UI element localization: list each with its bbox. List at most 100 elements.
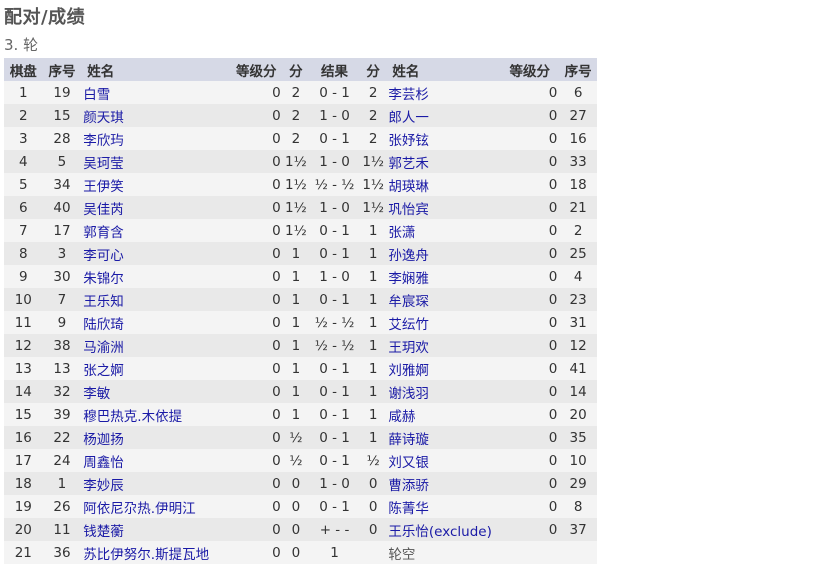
board-cell: 3 xyxy=(4,127,43,150)
points-cell: 1½ xyxy=(359,196,387,219)
points-cell: ½ xyxy=(282,426,310,449)
player-name-link[interactable]: 苏比伊努尔.斯提瓦地 xyxy=(81,541,230,564)
player-name-link[interactable]: 颜天琪 xyxy=(81,104,230,127)
points-cell: ½ xyxy=(359,449,387,472)
table-row: 4 5 吴珂莹 0 1½ 1 - 0 1½ 郭艺禾 0 33 xyxy=(4,150,597,173)
player-no-cell: 26 xyxy=(42,495,82,518)
player-name-link[interactable]: 李芸杉 xyxy=(386,81,501,104)
player-name-link[interactable]: 王伊笑 xyxy=(81,173,230,196)
rating-cell: 0 xyxy=(229,334,283,357)
points-cell: 1½ xyxy=(282,196,310,219)
rating-cell: 0 xyxy=(229,311,283,334)
rating-cell: 0 xyxy=(500,127,560,150)
player-no-cell: 13 xyxy=(42,357,82,380)
player-name-link[interactable]: 郭育含 xyxy=(81,219,230,242)
player-name-link[interactable]: 阿依尼尕热.伊明江 xyxy=(81,495,230,518)
points-cell: 2 xyxy=(282,81,310,104)
player-name-link[interactable]: 郭艺禾 xyxy=(386,150,501,173)
player-name-link[interactable]: 曹添骄 xyxy=(386,472,501,495)
player-name-link[interactable]: 钱楚蘅 xyxy=(81,518,230,541)
rating-cell: 0 xyxy=(500,449,560,472)
rating-cell: 0 xyxy=(229,541,283,564)
rating-cell: 0 xyxy=(500,242,560,265)
board-cell: 9 xyxy=(4,265,43,288)
player-name-link[interactable]: 杨迦扬 xyxy=(81,426,230,449)
points-cell: 1 xyxy=(282,311,310,334)
player-name-link: 轮空 xyxy=(386,541,501,564)
board-cell: 17 xyxy=(4,449,43,472)
player-no-cell: 16 xyxy=(559,127,597,150)
table-row: 15 39 穆巴热克.木依提 0 1 0 - 1 1 咸赫 0 20 xyxy=(4,403,597,426)
player-name-link[interactable]: 咸赫 xyxy=(386,403,501,426)
player-name-link[interactable]: 李可心 xyxy=(81,242,230,265)
player-name-link[interactable]: 张潇 xyxy=(386,219,501,242)
board-cell: 19 xyxy=(4,495,43,518)
table-row: 12 38 马渝洲 0 1 ½ - ½ 1 王玥欢 0 12 xyxy=(4,334,597,357)
player-name-link[interactable]: 王乐怡(exclude) xyxy=(386,518,501,541)
player-name-link[interactable]: 白雪 xyxy=(81,81,230,104)
player-no-cell: 10 xyxy=(559,449,597,472)
rating-cell: 0 xyxy=(500,472,560,495)
player-no-cell: 6 xyxy=(559,81,597,104)
player-name-link[interactable]: 张之婀 xyxy=(81,357,230,380)
points-cell: 1 xyxy=(282,242,310,265)
player-name-link[interactable]: 孙逸舟 xyxy=(386,242,501,265)
rating-cell: 0 xyxy=(500,403,560,426)
player-name-link[interactable]: 李欣玙 xyxy=(81,127,230,150)
result-cell: 1 xyxy=(309,541,360,564)
result-cell: + - - xyxy=(309,518,360,541)
player-name-link[interactable]: 陆欣琦 xyxy=(81,311,230,334)
player-name-link[interactable]: 刘又银 xyxy=(386,449,501,472)
player-name-link[interactable]: 刘雅婀 xyxy=(386,357,501,380)
player-no-cell: 41 xyxy=(559,357,597,380)
points-cell: 1 xyxy=(359,334,387,357)
player-name-link[interactable]: 郎人一 xyxy=(386,104,501,127)
player-name-link[interactable]: 谢浅羽 xyxy=(386,380,501,403)
rating-cell: 0 xyxy=(500,288,560,311)
player-name-link[interactable]: 胡瑛琳 xyxy=(386,173,501,196)
board-cell: 5 xyxy=(4,173,43,196)
player-name-link[interactable]: 王玥欢 xyxy=(386,334,501,357)
player-name-link[interactable]: 牟宸琛 xyxy=(386,288,501,311)
player-name-link[interactable]: 艾纭竹 xyxy=(386,311,501,334)
table-row: 13 13 张之婀 0 1 0 - 1 1 刘雅婀 0 41 xyxy=(4,357,597,380)
player-name-link[interactable]: 吴佳芮 xyxy=(81,196,230,219)
player-name-link[interactable]: 张妤铉 xyxy=(386,127,501,150)
result-cell: 0 - 1 xyxy=(309,219,360,242)
table-row: 7 17 郭育含 0 1½ 0 - 1 1 张潇 0 2 xyxy=(4,219,597,242)
player-name-link[interactable]: 朱锦尔 xyxy=(81,265,230,288)
table-row: 11 9 陆欣琦 0 1 ½ - ½ 1 艾纭竹 0 31 xyxy=(4,311,597,334)
rating-cell: 0 xyxy=(500,219,560,242)
player-no-cell: 8 xyxy=(559,495,597,518)
result-cell: 0 - 1 xyxy=(309,127,360,150)
rating-cell: 0 xyxy=(229,403,283,426)
player-name-link[interactable]: 李妙辰 xyxy=(81,472,230,495)
player-name-link[interactable]: 王乐知 xyxy=(81,288,230,311)
table-row: 16 22 杨迦扬 0 ½ 0 - 1 1 薛诗璇 0 35 xyxy=(4,426,597,449)
player-no-cell: 21 xyxy=(559,196,597,219)
rating-cell: 0 xyxy=(500,104,560,127)
col-board: 棋盘 xyxy=(4,58,43,81)
points-cell: 1 xyxy=(359,380,387,403)
player-no-cell: 3 xyxy=(42,242,82,265)
player-name-link[interactable]: 周鑫怡 xyxy=(81,449,230,472)
points-cell: 1 xyxy=(282,380,310,403)
rating-cell: 0 xyxy=(229,426,283,449)
rating-cell: 0 xyxy=(229,472,283,495)
col-points: 分 xyxy=(282,58,310,81)
player-name-link[interactable]: 薛诗璇 xyxy=(386,426,501,449)
player-no-cell: 31 xyxy=(559,311,597,334)
player-name-link[interactable]: 吴珂莹 xyxy=(81,150,230,173)
board-cell: 4 xyxy=(4,150,43,173)
col-rating-2: 等级分 xyxy=(500,58,560,81)
player-name-link[interactable]: 李娴雅 xyxy=(386,265,501,288)
result-cell: 1 - 0 xyxy=(309,104,360,127)
player-no-cell: 37 xyxy=(559,518,597,541)
player-name-link[interactable]: 巩怡宾 xyxy=(386,196,501,219)
player-name-link[interactable]: 李敏 xyxy=(81,380,230,403)
player-name-link[interactable]: 穆巴热克.木依提 xyxy=(81,403,230,426)
points-cell: 1½ xyxy=(282,219,310,242)
rating-cell: 0 xyxy=(500,265,560,288)
player-name-link[interactable]: 马渝洲 xyxy=(81,334,230,357)
player-name-link[interactable]: 陈菁华 xyxy=(386,495,501,518)
